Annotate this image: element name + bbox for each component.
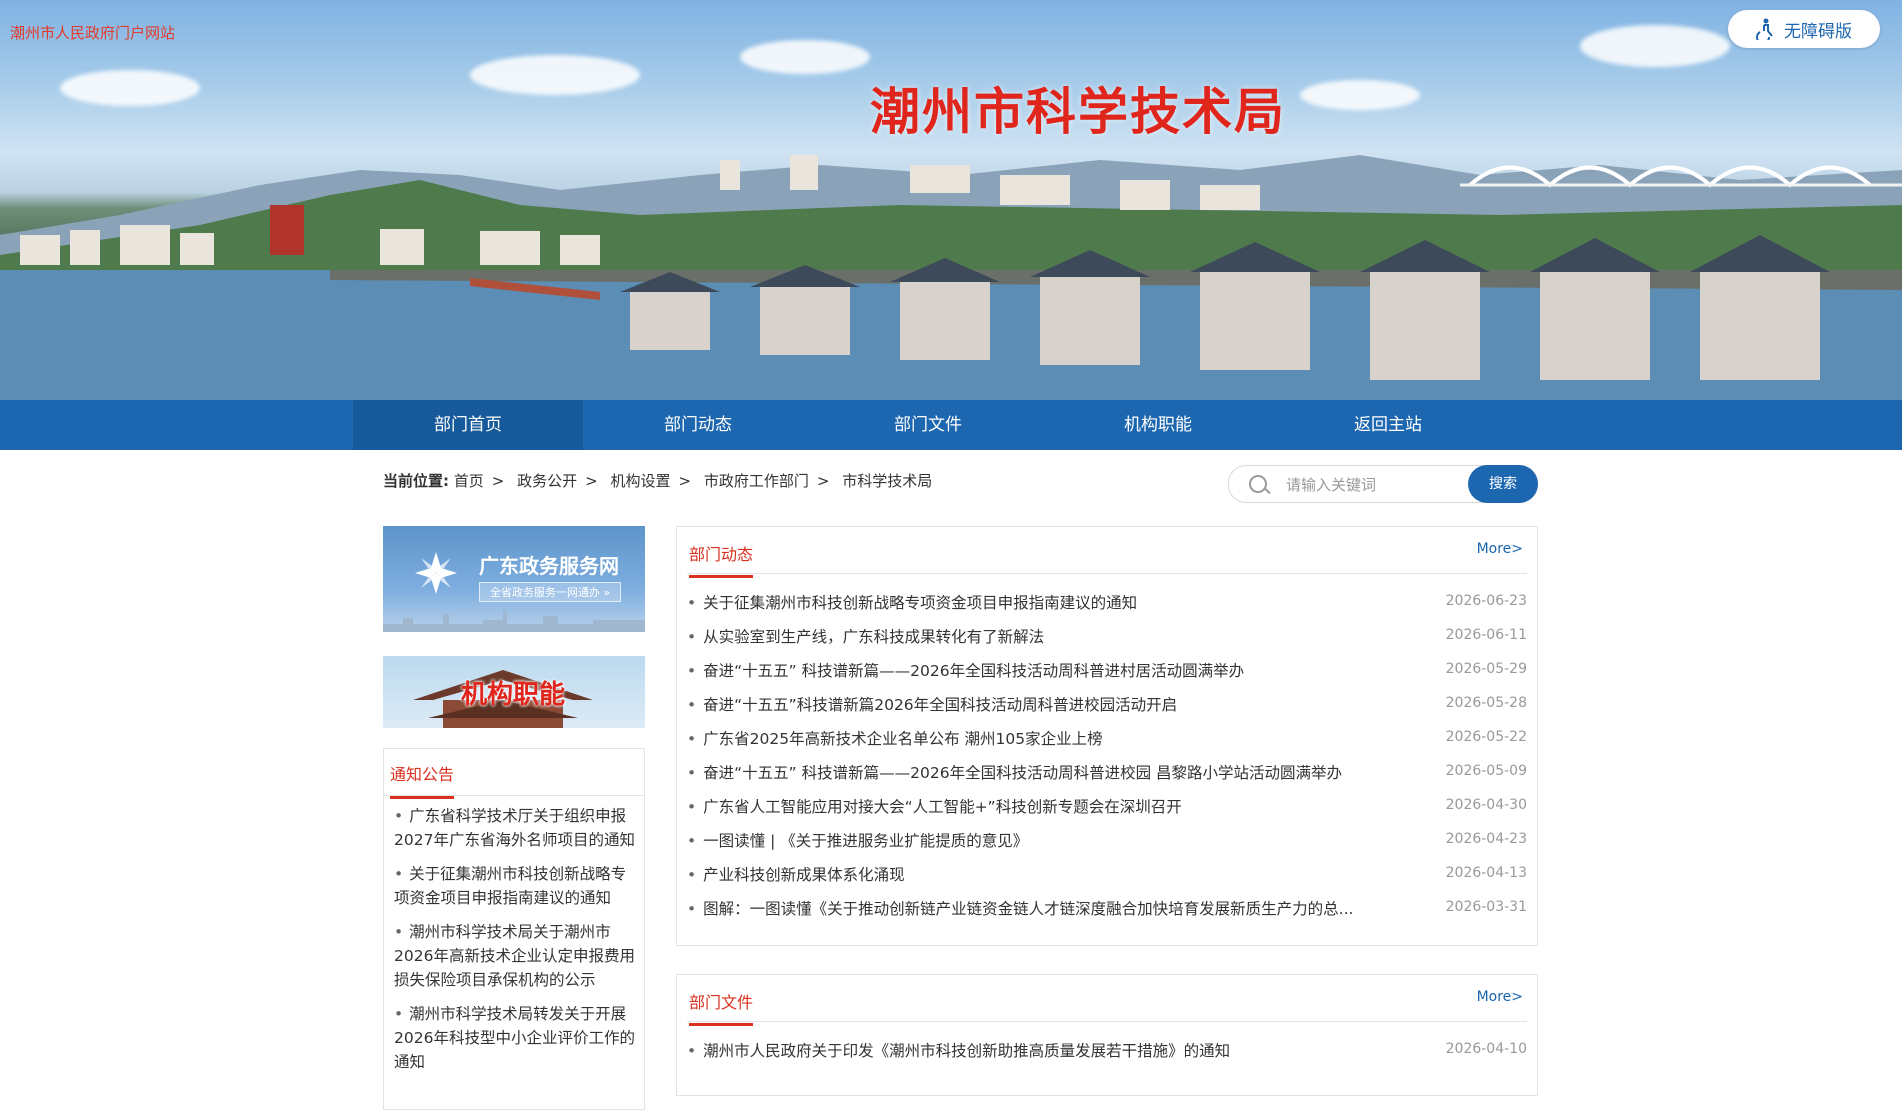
- nav-item-functions[interactable]: 机构职能: [1043, 400, 1273, 450]
- news-item-title: 产业科技创新成果体系化涌现: [687, 858, 1387, 892]
- search-button[interactable]: 搜索: [1468, 465, 1538, 503]
- breadcrumb-item[interactable]: 市科学技术局: [842, 472, 932, 490]
- news-item-date: 2026-05-22: [1445, 729, 1527, 745]
- news-item[interactable]: 图解：一图读懂《关于推动创新链产业链资金链人才链深度融合加快培育发展新质生产力的…: [687, 892, 1527, 926]
- cloud: [740, 40, 870, 74]
- doc-item-date: 2026-04-10: [1445, 1041, 1527, 1057]
- breadcrumb-separator: >: [585, 472, 598, 490]
- notice-item[interactable]: 潮州市科学技术局关于潮州市2026年高新技术企业认定申报费用损失保险项目承保机构…: [394, 920, 636, 992]
- cloud: [1300, 80, 1420, 110]
- news-item[interactable]: 广东省2025年高新技术企业名单公布 潮州105家企业上榜 2026-05-22: [687, 722, 1527, 756]
- news-item-title: 图解：一图读懂《关于推动创新链产业链资金链人才链深度融合加快培育发展新质生产力的…: [687, 892, 1387, 926]
- breadcrumb-separator: >: [678, 472, 692, 490]
- accessibility-icon: [1756, 18, 1773, 40]
- news-item[interactable]: 一图读懂 | 《关于推进服务业扩能提质的意见》 2026-04-23: [687, 824, 1527, 858]
- doc-item-title: 潮州市人民政府关于印发《潮州市科技创新助推高质量发展若干措施》的通知: [687, 1034, 1387, 1068]
- main-nav: 部门首页 部门动态 部门文件 机构职能 返回主站: [0, 400, 1902, 450]
- search-icon: [1249, 475, 1267, 493]
- notice-panel: 通知公告 广东省科学技术厅关于组织申报2027年广东省海外名师项目的通知 关于征…: [383, 748, 645, 1110]
- guangji-bridge-illustration: [0, 235, 1902, 400]
- news-item-title: 关于征集潮州市科技创新战略专项资金项目申报指南建议的通知: [687, 586, 1387, 620]
- search-input[interactable]: [1284, 472, 1458, 498]
- news-item-date: 2026-05-28: [1445, 695, 1527, 711]
- breadcrumb-label: 当前位置:: [383, 472, 449, 490]
- breadcrumb-item[interactable]: 首页: [454, 472, 484, 490]
- news-item-date: 2026-05-09: [1445, 763, 1527, 779]
- gov-service-title: 广东政务服务网: [479, 554, 619, 578]
- notice-list: 广东省科学技术厅关于组织申报2027年广东省海外名师项目的通知 关于征集潮州市科…: [384, 796, 644, 1074]
- news-more-link[interactable]: More>: [1477, 541, 1523, 557]
- doc-item[interactable]: 潮州市人民政府关于印发《潮州市科技创新助推高质量发展若干措施》的通知 2026-0…: [687, 1034, 1527, 1068]
- gov-service-subtitle: 全省政务服务一网通办 »: [479, 582, 622, 602]
- header-banner: 潮州市人民政府门户网站 无障碍版 潮州市科学技术局: [0, 0, 1902, 400]
- docs-panel: 部门文件 More> 潮州市人民政府关于印发《潮州市科技创新助推高质量发展若干措…: [676, 974, 1538, 1096]
- news-item-title: 奋进“十五五”科技谱新篇2026年全国科技活动周科普进校园活动开启: [687, 688, 1387, 722]
- news-item-date: 2026-04-30: [1445, 797, 1527, 813]
- search-box: 搜索: [1228, 465, 1538, 503]
- cloud: [1580, 25, 1730, 67]
- news-item-date: 2026-06-23: [1445, 593, 1527, 609]
- nav-item-docs[interactable]: 部门文件: [813, 400, 1043, 450]
- accessibility-label: 无障碍版: [1784, 21, 1852, 42]
- news-panel-header: 部门动态 More>: [687, 527, 1527, 578]
- sidebar: 广东政务服务网 全省政务服务一网通办 » 机构职能 通知公告 广东省科学技术厅关…: [383, 526, 645, 1110]
- portal-home-link[interactable]: 潮州市人民政府门户网站: [10, 22, 175, 43]
- news-item-date: 2026-04-23: [1445, 831, 1527, 847]
- news-item[interactable]: 奋进“十五五” 科技谱新篇——2026年全国科技活动周科普进校园 昌黎路小学站活…: [687, 756, 1527, 790]
- news-item-date: 2026-05-29: [1445, 661, 1527, 677]
- news-item[interactable]: 广东省人工智能应用对接大会“人工智能+”科技创新专题会在深圳召开 2026-04-…: [687, 790, 1527, 824]
- news-panel: 部门动态 More> 关于征集潮州市科技创新战略专项资金项目申报指南建议的通知 2…: [676, 526, 1538, 946]
- news-item[interactable]: 关于征集潮州市科技创新战略专项资金项目申报指南建议的通知 2026-06-23: [687, 586, 1527, 620]
- news-item-date: 2026-06-11: [1445, 627, 1527, 643]
- notice-item[interactable]: 潮州市科学技术局转发关于开展2026年科技型中小企业评价工作的通知: [394, 1002, 636, 1074]
- docs-list: 潮州市人民政府关于印发《潮州市科技创新助推高质量发展若干措施》的通知 2026-0…: [677, 1022, 1537, 1068]
- news-list: 关于征集潮州市科技创新战略专项资金项目申报指南建议的通知 2026-06-23 从…: [677, 574, 1537, 926]
- breadcrumb-item[interactable]: 市政府工作部门: [704, 472, 809, 490]
- news-item-date: 2026-04-13: [1445, 865, 1527, 881]
- cloud: [470, 55, 640, 95]
- breadcrumb-separator: >: [816, 472, 830, 490]
- breadcrumb: 当前位置: 首页 > 政务公开 > 机构设置 > 市政府工作部门 > 市科学技术局: [383, 470, 932, 491]
- nav-item-main-site[interactable]: 返回主站: [1273, 400, 1503, 450]
- gov-service-logo-icon: [415, 552, 457, 594]
- news-item[interactable]: 奋进“十五五” 科技谱新篇——2026年全国科技活动周科普进村居活动圆满举办 20…: [687, 654, 1527, 688]
- breadcrumb-separator: >: [491, 472, 505, 490]
- cloud: [60, 70, 200, 106]
- gov-service-banner[interactable]: 广东政务服务网 全省政务服务一网通办 »: [383, 526, 645, 632]
- news-item-title: 一图读懂 | 《关于推进服务业扩能提质的意见》: [687, 824, 1387, 858]
- accessibility-button[interactable]: 无障碍版: [1728, 10, 1880, 48]
- institution-functions-title: 机构职能: [461, 680, 566, 710]
- docs-panel-title[interactable]: 部门文件: [689, 989, 754, 1026]
- news-item[interactable]: 从实验室到生产线，广东科技成果转化有了新解法 2026-06-11: [687, 620, 1527, 654]
- news-panel-title[interactable]: 部门动态: [689, 541, 754, 578]
- notice-item[interactable]: 关于征集潮州市科技创新战略专项资金项目申报指南建议的通知: [394, 862, 636, 910]
- news-item-title: 奋进“十五五” 科技谱新篇——2026年全国科技活动周科普进校园 昌黎路小学站活…: [687, 756, 1387, 790]
- institution-functions-banner[interactable]: 机构职能: [383, 656, 645, 728]
- news-item[interactable]: 奋进“十五五”科技谱新篇2026年全国科技活动周科普进校园活动开启 2026-05…: [687, 688, 1527, 722]
- skyline-graphic: [383, 610, 645, 632]
- breadcrumb-item[interactable]: 政务公开: [517, 472, 577, 490]
- site-title: 潮州市科学技术局: [870, 82, 1286, 141]
- notice-panel-title[interactable]: 通知公告: [390, 761, 455, 799]
- notice-panel-header: 通知公告: [384, 749, 644, 799]
- nav-item-news[interactable]: 部门动态: [583, 400, 813, 450]
- news-item-title: 奋进“十五五” 科技谱新篇——2026年全国科技活动周科普进村居活动圆满举办: [687, 654, 1387, 688]
- notice-item[interactable]: 广东省科学技术厅关于组织申报2027年广东省海外名师项目的通知: [394, 804, 636, 852]
- nav-item-home[interactable]: 部门首页: [353, 400, 583, 450]
- news-item-title: 从实验室到生产线，广东科技成果转化有了新解法: [687, 620, 1387, 654]
- news-item-title: 广东省2025年高新技术企业名单公布 潮州105家企业上榜: [687, 722, 1387, 756]
- breadcrumb-item[interactable]: 机构设置: [611, 472, 671, 490]
- docs-more-link[interactable]: More>: [1477, 989, 1523, 1005]
- news-item[interactable]: 产业科技创新成果体系化涌现 2026-04-13: [687, 858, 1527, 892]
- news-item-title: 广东省人工智能应用对接大会“人工智能+”科技创新专题会在深圳召开: [687, 790, 1387, 824]
- news-item-date: 2026-03-31: [1445, 899, 1527, 915]
- docs-panel-header: 部门文件 More>: [687, 975, 1527, 1026]
